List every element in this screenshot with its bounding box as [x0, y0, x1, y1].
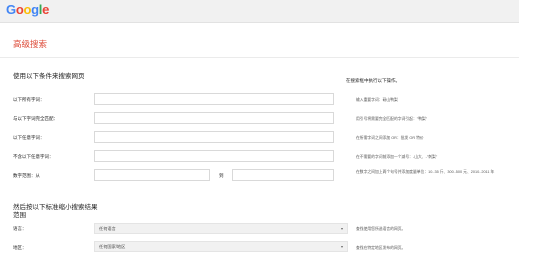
logo-letter: e	[42, 2, 50, 17]
language-select[interactable]: 任何语言 ▾	[94, 223, 348, 234]
region-select[interactable]: 任何国家/地区 ▾	[94, 241, 348, 252]
logo-letter: G	[6, 2, 16, 17]
region-label: 地区：	[13, 245, 27, 250]
number-range-label: 数字范围：从	[13, 173, 40, 178]
exact-phrase-label: 与以下字词完全匹配：	[13, 116, 58, 121]
region-select-value: 任何国家/地区	[99, 244, 126, 249]
any-words-label: 以下任意字词：	[13, 135, 45, 140]
language-select-value: 任何语言	[99, 226, 116, 231]
number-range-hint: 在数字之间加上两个句号并添加度量单位：10..35 斤、300..500 元、2…	[356, 170, 495, 174]
number-range-from-input[interactable]	[94, 169, 210, 181]
exact-phrase-hint: 用引号将需要完全匹配的字词引起："鸭梨"	[356, 117, 428, 121]
google-logo[interactable]: Google	[6, 2, 49, 18]
number-range-to-label: 到	[219, 173, 224, 178]
all-words-label: 以下所有字词：	[13, 97, 45, 102]
none-words-hint: 在不需要的字词前添加一个减号：-山大、-"刺梨"	[356, 155, 438, 159]
logo-letter: g	[31, 2, 39, 17]
chevron-down-icon: ▾	[340, 244, 343, 249]
any-words-input[interactable]	[94, 131, 334, 143]
language-label: 语言：	[13, 226, 27, 231]
none-words-input[interactable]	[94, 150, 334, 162]
section-hint-search-box: 在搜索框中执行以下操作。	[346, 78, 400, 83]
any-words-hint: 在所需字词之间添加 OR：批发 OR 特价	[356, 136, 424, 140]
language-hint: 查找使用您所选语言的网页。	[356, 227, 406, 231]
section-heading-narrow-results: 然后按以下标准缩小搜索结果范围	[13, 204, 98, 219]
top-bar: Google	[0, 0, 519, 23]
logo-letter: o	[23, 2, 32, 17]
exact-phrase-input[interactable]	[94, 112, 334, 124]
page-title: 高级搜索	[13, 39, 48, 49]
none-words-label: 不含以下任意字词：	[13, 154, 54, 159]
all-words-input[interactable]	[94, 93, 334, 105]
section-heading-find-pages: 使用以下条件来搜索网页	[13, 73, 85, 80]
region-hint: 查找在特定地区发布的网页。	[356, 246, 406, 250]
number-range-to-input[interactable]	[232, 169, 334, 181]
chevron-down-icon: ▾	[340, 226, 343, 231]
all-words-hint: 输入重要字词：砀山鸭梨	[356, 98, 398, 102]
title-row: 高级搜索	[0, 22, 519, 58]
